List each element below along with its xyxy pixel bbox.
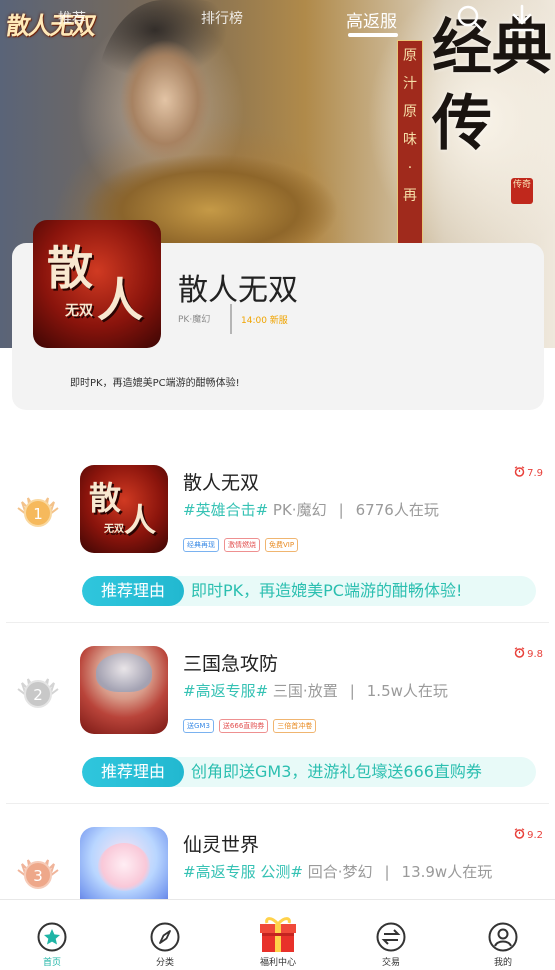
game-name[interactable]: 三国急攻防 <box>183 649 278 676</box>
icon-char: 无双 <box>65 303 93 319</box>
icon-char: 人 <box>124 501 157 539</box>
rating: 9.2 <box>514 828 543 842</box>
reason-label: 推荐理由 <box>82 757 184 787</box>
download-icon[interactable] <box>508 4 536 38</box>
player-count: 13.9w人在玩 <box>401 863 493 881</box>
bottom-navigation: 首页 分类 福利中心 交易 我的 <box>0 899 555 970</box>
featured-game-description: 即时PK，再造媲美PC端游的酣畅体验! <box>70 378 240 389</box>
slogan-char: · <box>407 160 413 176</box>
nav-label: 首页 <box>42 958 61 968</box>
recommend-reason: 推荐理由 创角即送GM3，进游礼包壕送666直购券 <box>82 757 536 787</box>
nav-trade[interactable]: 交易 <box>346 900 436 970</box>
featured-game-icon[interactable]: 散 人 无双 <box>33 220 161 348</box>
compass-icon <box>150 922 180 952</box>
tab-recommend[interactable]: 推荐 <box>58 8 86 28</box>
icon-char: 散 <box>89 479 122 517</box>
reason-text: 创角即送GM3，进游礼包壕送666直购券 <box>191 762 482 781</box>
nav-label: 交易 <box>381 958 400 968</box>
gift-icon <box>257 914 299 954</box>
nav-home[interactable]: 首页 <box>7 900 97 970</box>
search-icon[interactable] <box>455 4 485 38</box>
bronze-medal-icon: 3 <box>16 854 60 894</box>
chip: 免费VIP <box>265 538 299 552</box>
rating-value: 9.2 <box>527 829 543 841</box>
list-item[interactable]: 3 仙灵世界 9.2 #高返专服 公测# 回合·梦幻 | 13.9w人在玩 <box>0 812 555 899</box>
nav-label: 我的 <box>493 958 512 968</box>
hashtag[interactable]: #英雄合击# <box>183 501 268 519</box>
list-item[interactable]: 2 三国急攻防 9.8 #高返专服# 三国·放置 | 1.5w人在玩 送GM3 送6… <box>0 631 555 801</box>
game-meta: #高返专服# 三国·放置 | 1.5w人在玩 <box>183 682 448 700</box>
icon-char: 无双 <box>104 524 124 535</box>
tab-high-rebate[interactable]: 高返服 <box>346 7 397 32</box>
vertical-slogan: 原 汁 原 味 · 再 <box>397 40 423 250</box>
chip: 送666直购券 <box>218 719 269 733</box>
game-name[interactable]: 仙灵世界 <box>183 830 259 857</box>
feature-chips: 经典再现 激情燃烧 免费VIP <box>183 538 299 552</box>
reason-text: 即时PK，再造媲美PC端游的酣畅体验! <box>191 581 463 600</box>
chip: 送GM3 <box>183 719 214 733</box>
player-count: 6776人在玩 <box>355 501 439 519</box>
chip: 经典再现 <box>183 538 219 552</box>
feature-chips: 送GM3 送666直购券 三倍首冲卷 <box>183 719 317 733</box>
reason-label: 推荐理由 <box>82 576 184 606</box>
rating-value: 7.9 <box>527 467 543 479</box>
icon-char: 人 <box>97 273 143 327</box>
svg-text:3: 3 <box>33 867 43 885</box>
featured-server-time: 14:00 新服 <box>241 316 288 326</box>
game-meta: #英雄合击# PK·魔幻 | 6776人在玩 <box>183 501 439 519</box>
nav-welfare-center[interactable]: 福利中心 <box>233 900 323 970</box>
chip: 三倍首冲卷 <box>273 719 317 733</box>
rating: 7.9 <box>514 466 543 480</box>
alarm-icon <box>514 466 525 480</box>
genre: PK·魔幻 <box>272 501 327 519</box>
tab-ranking[interactable]: 排行榜 <box>201 8 243 28</box>
nav-category[interactable]: 分类 <box>120 900 210 970</box>
rating-value: 9.8 <box>527 648 543 660</box>
user-icon <box>488 922 518 952</box>
game-icon[interactable] <box>80 827 168 899</box>
game-meta: #高返专服 公测# 回合·梦幻 | 13.9w人在玩 <box>183 863 493 881</box>
alarm-icon <box>514 828 525 842</box>
exchange-icon <box>376 922 406 952</box>
silver-medal-icon: 2 <box>16 673 60 713</box>
gold-medal-icon: 1 <box>16 492 60 532</box>
slogan-char: 汁 <box>403 76 417 92</box>
alarm-icon <box>514 647 525 661</box>
hashtag[interactable]: #高返专服 公测# <box>183 863 303 881</box>
svg-text:1: 1 <box>33 505 43 523</box>
genre: 三国·放置 <box>272 682 338 700</box>
slogan-char: 再 <box>403 188 417 204</box>
game-icon[interactable] <box>80 646 168 734</box>
slogan-char: 原 <box>403 104 417 120</box>
active-tab-indicator <box>348 33 398 37</box>
featured-game-name: 散人无双 <box>178 273 298 308</box>
player-count: 1.5w人在玩 <box>366 682 448 700</box>
genre: 回合·梦幻 <box>307 863 373 881</box>
nav-label: 分类 <box>155 958 174 968</box>
nav-profile[interactable]: 我的 <box>458 900 548 970</box>
game-name[interactable]: 散人无双 <box>183 468 259 495</box>
star-icon <box>37 922 67 952</box>
nav-label: 福利中心 <box>259 958 296 968</box>
icon-char: 散 <box>47 241 93 295</box>
slogan-char: 原 <box>403 48 417 64</box>
divider <box>6 803 549 804</box>
recommend-reason: 推荐理由 即时PK，再造媲美PC端游的酣畅体验! <box>82 576 536 606</box>
hashtag[interactable]: #高返专服# <box>183 682 268 700</box>
divider <box>230 304 232 334</box>
featured-game-card[interactable]: 散 人 无双 散人无双 PK·魔幻 14:00 新服 即时PK，再造媲美PC端游… <box>12 220 544 410</box>
slogan-char: 味 <box>403 132 417 148</box>
featured-game-tags: PK·魔幻 <box>178 315 211 325</box>
svg-text:2: 2 <box>33 686 43 704</box>
list-item[interactable]: 1 散 人 无双 散人无双 7.9 #英雄合击# PK·魔幻 | 6776人在玩 经… <box>0 450 555 620</box>
game-icon[interactable]: 散 人 无双 <box>80 465 168 553</box>
chip: 激情燃烧 <box>224 538 260 552</box>
rating: 9.8 <box>514 647 543 661</box>
divider <box>6 622 549 623</box>
banner-seal: 传奇 <box>511 178 533 204</box>
